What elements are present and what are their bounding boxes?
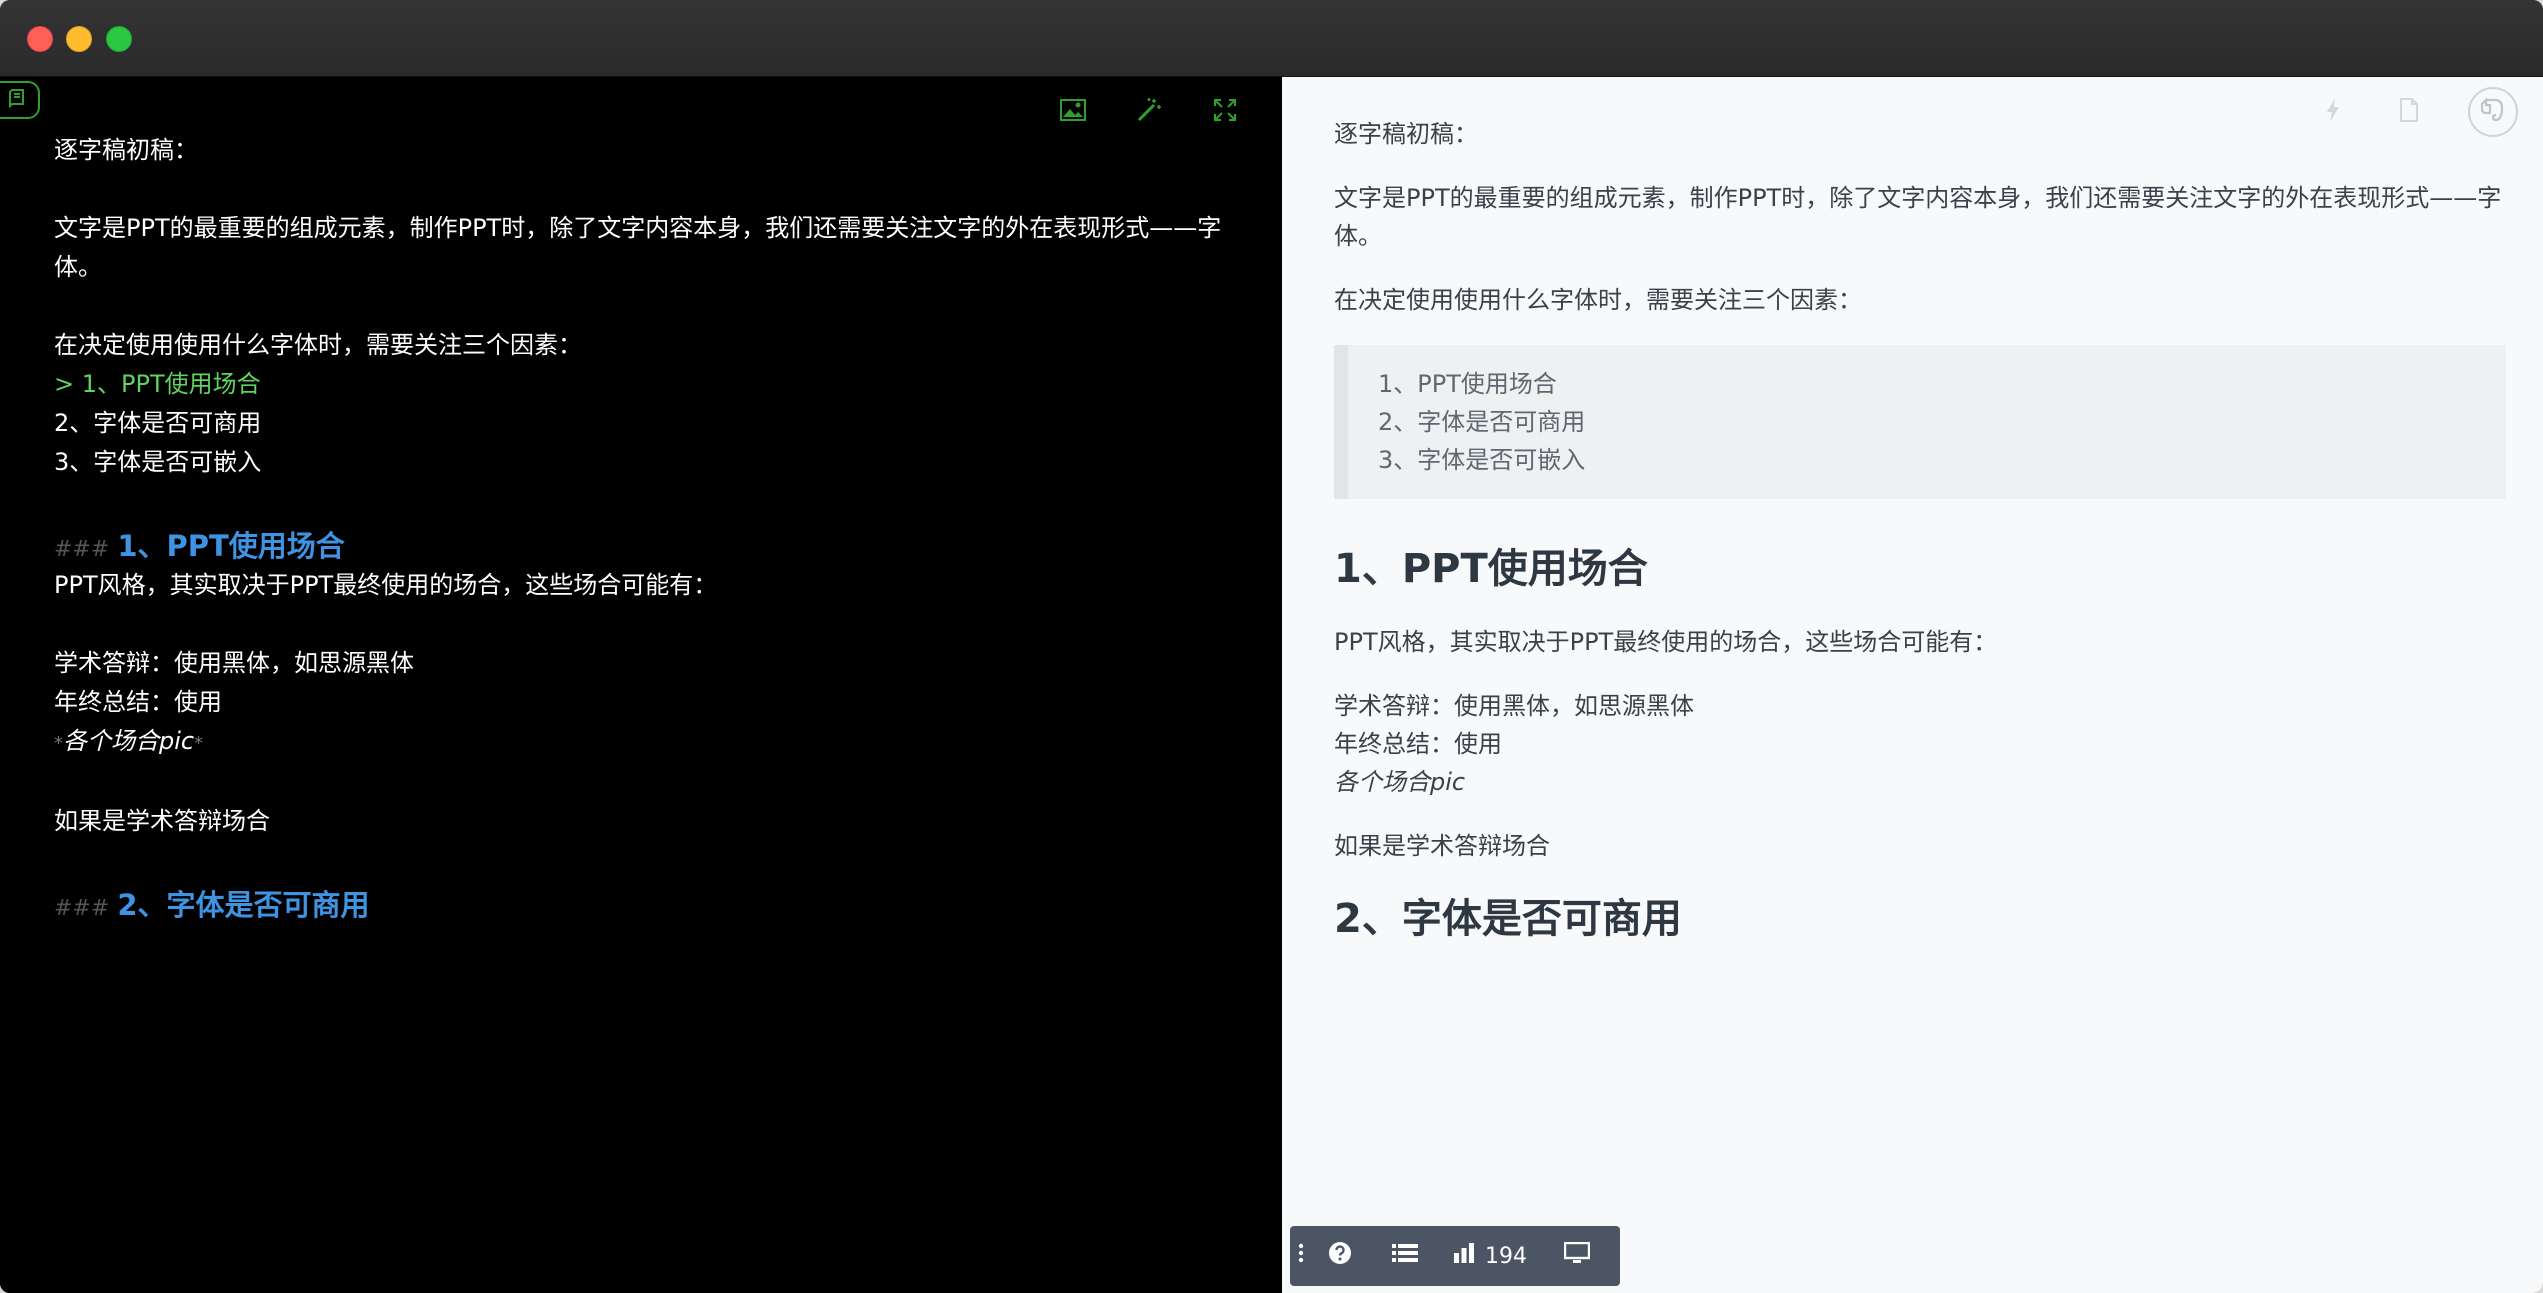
preview-line: 年终总结：使用 — [1334, 730, 1502, 758]
help-icon — [1328, 1241, 1352, 1271]
blockquote-line: 1、PPT使用场合 — [1378, 370, 1557, 398]
list-icon — [1392, 1243, 1418, 1269]
editor-quote-line: > 1、PPT使用场合 — [54, 370, 261, 398]
notebook-icon — [7, 88, 27, 112]
editor-heading-text: 2、字体是否可商用 — [117, 888, 370, 922]
outline-button[interactable] — [1368, 1226, 1442, 1286]
preview-heading-2: 2、字体是否可商用 — [1334, 896, 1682, 942]
editor-line: 逐字稿初稿： — [54, 136, 198, 164]
editor-line-blank — [54, 287, 1234, 326]
zoom-window-button[interactable] — [106, 26, 132, 52]
preview-paragraph: 在决定使用使用什么字体时，需要关注三个因素： — [1334, 286, 1862, 314]
blockquote-line: 2、字体是否可商用 — [1378, 408, 1586, 436]
statusbar-drag-handle[interactable] — [1290, 1226, 1312, 1286]
heading-marker: ### — [54, 896, 110, 921]
help-button[interactable] — [1312, 1226, 1368, 1286]
markdown-editor[interactable]: 逐字稿初稿： 文字是PPT的最重要的组成元素，制作PPT时，除了文字内容本身，我… — [0, 77, 1282, 1293]
preview-emphasis: 各个场合pic — [1334, 768, 1466, 796]
magic-format-button[interactable] — [1132, 95, 1166, 129]
preview-content: 逐字稿初稿： 文字是PPT的最重要的组成元素，制作PPT时，除了文字内容本身，我… — [1334, 115, 2506, 973]
editor-heading-2: ### 2、字体是否可商用 — [54, 886, 1234, 925]
editor-toolbar — [1056, 95, 1242, 129]
presentation-mode-button[interactable] — [1538, 1226, 1616, 1286]
status-bar: 194 — [1290, 1226, 1620, 1286]
preview-paragraph-lines: 学术答辩：使用黑体，如思源黑体 年终总结：使用 各个场合pic — [1334, 687, 2506, 801]
emphasis-text: 各个场合pic — [63, 727, 195, 755]
editor-line: 在决定使用使用什么字体时，需要关注三个因素： — [54, 331, 582, 359]
preview-heading-1: 1、PPT使用场合 — [1334, 546, 1648, 592]
editor-line: 3、字体是否可嵌入 — [54, 448, 262, 476]
emphasis-marker: * — [54, 733, 63, 754]
preview-paragraph: 如果是学术答辩场合 — [1334, 832, 1550, 860]
title-bar — [0, 0, 2543, 77]
close-window-button[interactable] — [27, 26, 53, 52]
editor-emphasis-line: *各个场合pic* — [54, 722, 1234, 763]
heading-marker: ### — [54, 537, 110, 562]
blockquote-line: 3、字体是否可嵌入 — [1378, 446, 1586, 474]
monitor-icon — [1563, 1241, 1591, 1270]
editor-line: PPT风格，其实取决于PPT最终使用的场合，这些场合可能有： — [54, 571, 718, 599]
minimize-window-button[interactable] — [66, 26, 92, 52]
editor-text[interactable]: 逐字稿初稿： 文字是PPT的最重要的组成元素，制作PPT时，除了文字内容本身，我… — [54, 131, 1234, 925]
drag-dots-icon — [1298, 1243, 1304, 1269]
editor-line: 2、字体是否可商用 — [54, 409, 262, 437]
editor-line-blank — [54, 482, 1234, 521]
editor-heading-1: ### 1、PPT使用场合 — [54, 527, 1234, 566]
insert-image-button[interactable] — [1056, 95, 1090, 129]
magic-wand-icon — [1136, 97, 1162, 127]
preview-paragraph: PPT风格，其实取决于PPT最终使用的场合，这些场合可能有： — [1334, 628, 1998, 656]
notebook-button[interactable] — [0, 81, 40, 119]
image-icon — [1060, 99, 1086, 125]
word-count-button[interactable]: 194 — [1442, 1226, 1538, 1286]
markdown-preview: 逐字稿初稿： 文字是PPT的最重要的组成元素，制作PPT时，除了文字内容本身，我… — [1282, 77, 2543, 1293]
editor-line: 如果是学术答辩场合 — [54, 807, 270, 835]
editor-line-blank — [54, 763, 1234, 802]
fullscreen-button[interactable] — [1208, 95, 1242, 129]
app-window: 逐字稿初稿： 文字是PPT的最重要的组成元素，制作PPT时，除了文字内容本身，我… — [0, 0, 2543, 1293]
editor-line: 文字是PPT的最重要的组成元素，制作PPT时，除了文字内容本身，我们还需要关注文… — [54, 214, 1222, 281]
editor-line-blank — [54, 841, 1234, 880]
preview-blockquote: 1、PPT使用场合 2、字体是否可商用 3、字体是否可嵌入 — [1334, 345, 2506, 499]
word-count: 194 — [1485, 1243, 1527, 1269]
editor-line: 学术答辩：使用黑体，如思源黑体 — [54, 649, 414, 677]
preview-paragraph: 文字是PPT的最重要的组成元素，制作PPT时，除了文字内容本身，我们还需要关注文… — [1334, 184, 2502, 250]
editor-line: 年终总结：使用 — [54, 688, 222, 716]
editor-line-blank — [54, 605, 1234, 644]
preview-line: 学术答辩：使用黑体，如思源黑体 — [1334, 692, 1694, 720]
preview-paragraph: 逐字稿初稿： — [1334, 120, 1478, 148]
editor-heading-text: 1、PPT使用场合 — [117, 529, 345, 563]
emphasis-marker: * — [194, 733, 204, 754]
editor-line-blank — [54, 170, 1234, 209]
bar-chart-icon — [1453, 1243, 1475, 1269]
expand-icon — [1213, 98, 1237, 126]
